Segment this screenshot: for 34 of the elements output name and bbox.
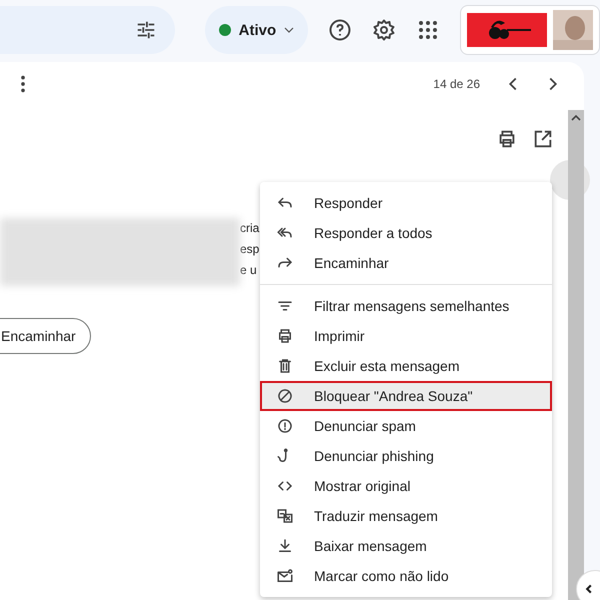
status-button[interactable]: Ativo [204, 6, 308, 54]
menu-item[interactable]: Responder a todos [260, 218, 552, 248]
settings-icon[interactable] [372, 18, 396, 42]
menu-item[interactable]: Traduzir mensagem [260, 501, 552, 531]
menu-item[interactable]: Marcar como não lido [260, 561, 552, 591]
status-label: Ativo [238, 22, 276, 38]
scroll-up-icon[interactable] [571, 115, 581, 121]
menu-item[interactable]: Responder [260, 188, 552, 218]
body-text: cria [240, 220, 260, 237]
menu-item[interactable]: Baixar mensagem [260, 531, 552, 561]
forward-button[interactable]: Encaminhar [0, 318, 91, 354]
open-new-window-icon[interactable] [532, 128, 554, 150]
account-switcher[interactable] [460, 5, 600, 55]
menu-item[interactable]: Mostrar original [260, 471, 552, 501]
delete-icon [276, 357, 294, 375]
menu-item[interactable]: Denunciar spam [260, 411, 552, 441]
help-icon[interactable] [328, 18, 352, 42]
download-icon [276, 537, 294, 555]
menu-item[interactable]: Excluir esta mensagem [260, 351, 552, 381]
print-icon [276, 327, 294, 345]
spam-icon [276, 417, 294, 435]
page-counter: 14 de 26 [433, 77, 480, 91]
body-text: e u [240, 262, 258, 279]
caret-icon [284, 27, 294, 33]
menu-item[interactable]: Encaminhar [260, 248, 552, 278]
menu-item[interactable]: Filtrar mensagens semelhantes [260, 291, 552, 321]
scrollbar[interactable] [568, 110, 584, 600]
menu-item[interactable]: Denunciar phishing [260, 441, 552, 471]
menu-item[interactable]: Bloquear "Andrea Souza" [260, 381, 552, 411]
block-icon [276, 387, 294, 405]
translate-icon [276, 507, 294, 525]
body-text: esp [240, 241, 260, 258]
menu-item[interactable]: Imprimir [260, 321, 552, 351]
unread-icon [276, 567, 294, 585]
